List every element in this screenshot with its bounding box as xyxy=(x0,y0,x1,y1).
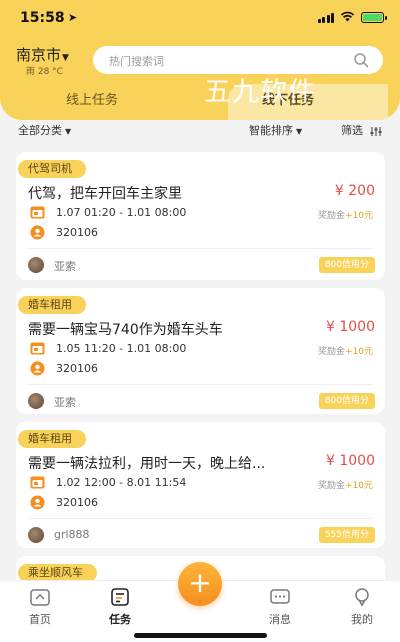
bonus: 奖励金+10元 xyxy=(318,208,373,221)
status-icons xyxy=(317,11,387,24)
location-pin-icon xyxy=(30,361,45,376)
location-arrow-icon: ➤ xyxy=(68,11,78,24)
city-name: 南京市 xyxy=(16,46,62,64)
tab-tasks-label: 任务 xyxy=(109,613,131,626)
credit-badge: 555信用分 xyxy=(318,527,375,543)
task-time: 1.02 12:00 - 8.01 11:54 xyxy=(56,476,187,489)
caret-down-icon: ▼ xyxy=(62,53,69,63)
task-time: 1.07 01:20 - 1.01 08:00 xyxy=(56,206,187,219)
screen-filter-label: 筛选 xyxy=(341,124,363,137)
tab-tasks[interactable]: 任务 xyxy=(90,587,150,627)
calendar-icon xyxy=(30,476,45,489)
user-name: 亚索 xyxy=(54,260,76,273)
credit-badge: 800信用分 xyxy=(318,257,375,273)
tab-profile[interactable]: 我的 xyxy=(332,587,392,627)
status-time: 15:58 xyxy=(20,10,65,26)
wifi-icon xyxy=(340,11,355,24)
avatar[interactable] xyxy=(28,393,44,409)
location-pin-icon xyxy=(30,495,45,510)
bonus-label: 奖励金 xyxy=(317,481,345,491)
divider xyxy=(28,518,373,519)
task-card[interactable]: 代驾司机 代驾，把车开回车主家里 ¥ 200 1.07 01:20 - 1.01… xyxy=(16,152,385,280)
tab-messages-label: 消息 xyxy=(269,613,291,626)
bonus-amount: +10元 xyxy=(345,347,373,357)
task-price: ¥ 200 xyxy=(334,183,375,199)
task-area-code: 320106 xyxy=(56,362,98,375)
caret-down-icon: ▼ xyxy=(296,127,303,136)
task-time: 1.05 11:20 - 1.01 08:00 xyxy=(56,342,187,355)
sort-filter[interactable]: 智能排序 ▼ xyxy=(249,122,302,138)
tab-messages[interactable]: 消息 xyxy=(250,587,310,627)
task-area-code: 320106 xyxy=(56,496,98,509)
task-title: 需要一辆宝马740作为婚车头车 xyxy=(28,322,223,338)
signal-icon xyxy=(317,12,334,23)
task-price: ¥ 1000 xyxy=(326,453,375,469)
header: 15:58 ➤ 南京市▼ 雨 28 °C 热门搜索词 线上任务 线下任务 五九软… xyxy=(0,0,400,120)
publish-button[interactable]: + xyxy=(178,562,222,606)
task-price: ¥ 1000 xyxy=(326,319,375,335)
task-area-code: 320106 xyxy=(56,226,98,239)
search-input[interactable]: 热门搜索词 xyxy=(109,53,164,69)
category-tag: 婚车租用 xyxy=(18,430,86,448)
category-tag: 婚车租用 xyxy=(18,296,86,314)
task-title: 代驾，把车开回车主家里 xyxy=(28,186,182,202)
avatar[interactable] xyxy=(28,257,44,273)
watermark: 五九软件 xyxy=(204,77,316,108)
home-indicator xyxy=(134,633,267,638)
city-selector[interactable]: 南京市▼ xyxy=(16,44,69,65)
tab-home[interactable]: 首页 xyxy=(10,587,70,627)
bonus: 奖励金+10元 xyxy=(318,344,373,357)
task-card[interactable]: 婚车租用 需要一辆宝马740作为婚车头车 ¥ 1000 1.05 11:20 -… xyxy=(16,288,385,414)
weather-text: 雨 28 °C xyxy=(26,67,63,77)
tab-profile-label: 我的 xyxy=(351,613,373,626)
bonus: 奖励金+10元 xyxy=(318,478,373,491)
battery-icon xyxy=(361,12,387,23)
user-name: 亚索 xyxy=(54,396,76,409)
divider xyxy=(28,384,373,385)
task-title: 需要一辆法拉利，用时一天，晚上给... xyxy=(28,456,266,472)
category-filter-label: 全部分类 xyxy=(18,124,62,137)
category-filter[interactable]: 全部分类 ▼ xyxy=(18,122,71,138)
bonus-amount: +10元 xyxy=(345,481,373,491)
task-card[interactable]: 婚车租用 需要一辆法拉利，用时一天，晚上给... ¥ 1000 1.02 12:… xyxy=(16,422,385,548)
tab-online-tasks[interactable]: 线上任务 xyxy=(66,89,118,108)
search-icon[interactable] xyxy=(353,52,369,68)
tab-home-label: 首页 xyxy=(29,613,51,626)
status-bar: 15:58 ➤ xyxy=(0,8,400,30)
divider xyxy=(28,248,373,249)
bonus-amount: +10元 xyxy=(345,211,373,221)
filter-icon xyxy=(370,126,381,136)
home-icon xyxy=(30,589,50,606)
caret-down-icon: ▼ xyxy=(65,127,72,136)
filter-bar: 全部分类 ▼ 智能排序 ▼ 筛选 xyxy=(0,120,400,148)
bonus-label: 奖励金 xyxy=(317,347,345,357)
task-icon xyxy=(111,588,129,606)
location-pin-icon xyxy=(30,225,45,240)
bonus-label: 奖励金 xyxy=(317,211,345,221)
profile-icon xyxy=(355,588,369,607)
avatar[interactable] xyxy=(28,527,44,543)
calendar-icon xyxy=(30,206,45,219)
calendar-icon xyxy=(30,342,45,355)
message-icon xyxy=(270,589,290,604)
credit-badge: 800信用分 xyxy=(318,393,375,409)
sort-filter-label: 智能排序 xyxy=(249,124,293,137)
user-name: grl888 xyxy=(54,528,90,541)
screen-filter[interactable]: 筛选 xyxy=(341,122,382,138)
category-tag: 代驾司机 xyxy=(18,160,86,178)
plus-icon: + xyxy=(188,566,212,599)
